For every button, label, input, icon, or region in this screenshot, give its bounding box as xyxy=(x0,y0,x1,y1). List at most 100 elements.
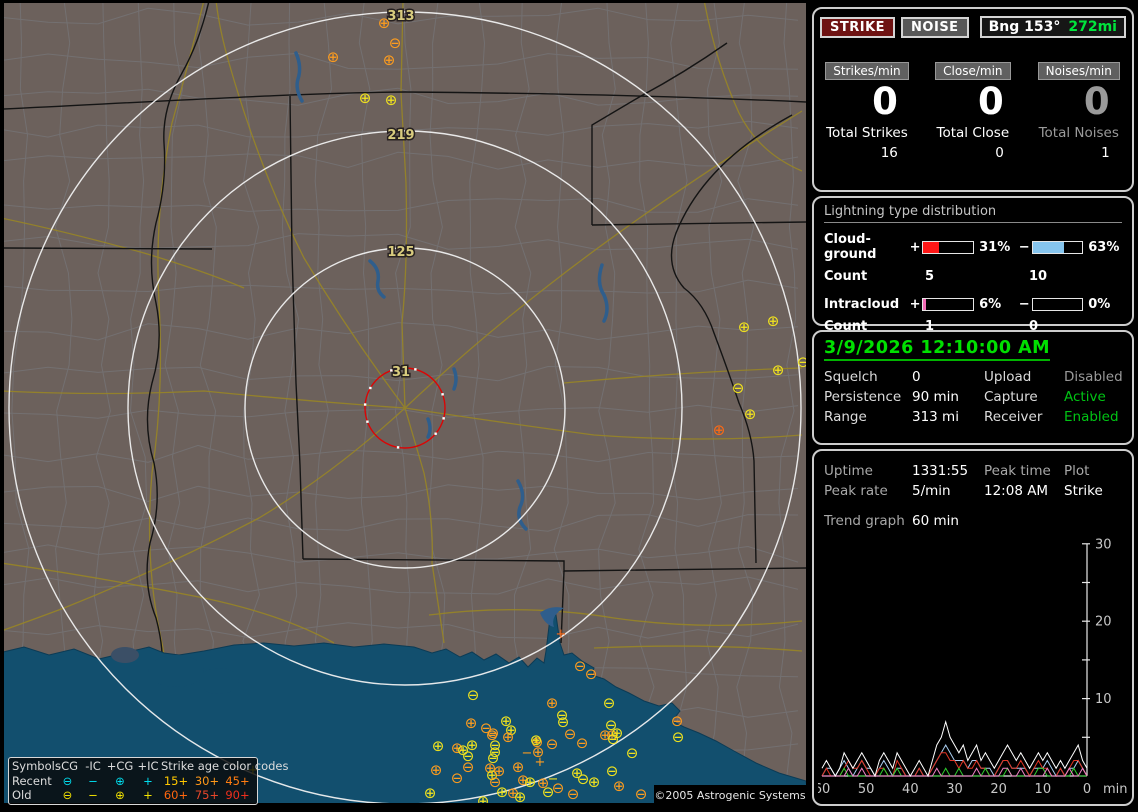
svg-text:⊖: ⊖ xyxy=(462,758,475,776)
range-label: Range xyxy=(824,409,867,425)
bearing-readout: Bng 153° 272mi xyxy=(979,16,1126,38)
peak-rate-value: 5/min xyxy=(912,483,951,499)
cg-positive-bar xyxy=(922,240,975,254)
svg-text:⊕: ⊕ xyxy=(713,421,726,439)
svg-text:20: 20 xyxy=(990,782,1007,797)
status-panel: 3/9/2026 12:10:00 AM Squelch 0 Upload Di… xyxy=(812,330,1134,445)
svg-text:⊖: ⊖ xyxy=(797,353,806,371)
current-datetime: 3/9/2026 12:10:00 AM xyxy=(824,338,1122,361)
svg-text:⊕: ⊕ xyxy=(744,405,757,423)
plus-sign: + xyxy=(909,239,921,255)
svg-text:60: 60 xyxy=(818,782,830,797)
age-75-label: 75+ xyxy=(194,788,220,803)
svg-text:min: min xyxy=(1103,782,1128,797)
svg-text:⊕: ⊕ xyxy=(424,784,437,802)
close-per-min-value: 0 xyxy=(978,80,1004,123)
cg-negative-count: 10 xyxy=(1029,269,1048,284)
noises-column: Noises/min 0 Total Noises 1 xyxy=(1026,62,1132,161)
strikes-per-min-value: 0 xyxy=(872,80,898,123)
upload-status: Disabled xyxy=(1064,369,1123,385)
map-symbol-legend: Symbols -CG -IC +CG +IC Strike age color… xyxy=(8,757,289,805)
age-15-label: 15+ xyxy=(163,773,189,788)
age-90-label: 90+ xyxy=(225,788,250,803)
svg-text:20: 20 xyxy=(1095,615,1112,630)
peak-rate-label: Peak rate xyxy=(824,483,888,499)
svg-text:313: 313 xyxy=(387,9,414,24)
cg-negative-bar xyxy=(1031,240,1084,254)
app-window: 313 219 125 31 ⊕ ⊖ ⊕ ⊕ ⊕ ⊕ ⊕ ⊕ ⊕ ⊖ ⊕ ⊕ ⊖ + ⊖ ⊖ ⊖ ⊕ ⊖ ⊖ ⊖ ⊕ ⊕ ⊖ ⊖ ⊕ ⊖ ⊖ ⊖… xyxy=(0,0,1138,812)
svg-text:30: 30 xyxy=(946,782,963,797)
plus-sign: + xyxy=(909,297,921,312)
map-view[interactable]: 313 219 125 31 ⊕ ⊖ ⊕ ⊕ ⊕ ⊕ ⊕ ⊕ ⊕ ⊖ ⊕ ⊕ ⊖ + ⊖ ⊖ ⊖ ⊕ ⊖ ⊖ ⊖ ⊕ ⊕ ⊖ ⊖ ⊕ ⊖ ⊖ ⊖… xyxy=(4,3,806,806)
svg-text:10: 10 xyxy=(1035,782,1052,797)
distribution-title: Lightning type distribution xyxy=(824,204,1122,223)
cg-positive-pct: 31% xyxy=(979,239,1011,255)
peak-time-label: Peak time xyxy=(984,463,1051,479)
svg-text:⊖: ⊖ xyxy=(672,728,685,746)
svg-text:10: 10 xyxy=(1095,692,1112,707)
noises-per-min-header: Noises/min xyxy=(1037,62,1120,80)
uptime-label: Uptime xyxy=(824,463,873,479)
intracloud-label: Intracloud xyxy=(824,297,900,312)
svg-text:⊖: ⊖ xyxy=(607,730,620,748)
pos-ic-recent-icon: + xyxy=(143,773,153,788)
neg-ic-recent-icon: − xyxy=(88,773,98,788)
legend-col-neg-cg: -CG xyxy=(56,759,79,773)
svg-text:⊕: ⊕ xyxy=(767,312,780,330)
map-canvas[interactable]: 31321912531⊕⊖⊕⊕⊕ ⊕⊕ ⊕⊕⊖⊕⊕⊖+⊖⊖⊖ ⊕ ⊖⊖⊖⊕ ⊕⊖⊖ ⊕ ⊖ ⊖⊖… xyxy=(4,3,806,806)
total-noises-value: 1 xyxy=(1101,145,1110,161)
ic-positive-bar xyxy=(922,298,975,311)
cg-negative-pct: 63% xyxy=(1088,239,1120,255)
plot-mode-value: Strike xyxy=(1064,483,1103,499)
svg-text:⊖: ⊖ xyxy=(635,785,648,803)
svg-text:⊖: ⊖ xyxy=(467,686,480,704)
svg-text:⊕: ⊕ xyxy=(502,728,515,746)
legend-col-pos-ic: +IC xyxy=(137,759,159,773)
strike-counters-panel: STRIKE NOISE Bng 153° 272mi Strikes/min 0… xyxy=(812,7,1134,192)
svg-text:⊕: ⊕ xyxy=(493,762,506,780)
neg-ic-old-icon: − xyxy=(88,788,98,803)
total-strikes-label: Total Strikes xyxy=(826,125,908,141)
persistence-label: Persistence xyxy=(824,389,902,405)
capture-label: Capture xyxy=(984,389,1038,405)
legend-recent-label: Recent xyxy=(12,773,52,788)
svg-text:⊖: ⊖ xyxy=(732,379,745,397)
legend-age-header: Strike age color codes xyxy=(161,759,289,773)
svg-text:⊕: ⊕ xyxy=(385,91,398,109)
svg-text:+: + xyxy=(535,755,546,770)
strike-mode-button[interactable]: STRIKE xyxy=(820,16,896,38)
trend-graph-window: 60 min xyxy=(912,513,959,529)
age-45-label: 45+ xyxy=(225,773,250,788)
cloud-ground-count-row: Count 5 10 xyxy=(824,269,1126,284)
bearing-value: Bng 153° xyxy=(988,19,1061,35)
noises-per-min-value: 0 xyxy=(1083,80,1110,123)
noise-mode-button[interactable]: NOISE xyxy=(901,16,969,38)
svg-text:⊖: ⊖ xyxy=(626,744,639,762)
neg-cg-old-icon: ⊖ xyxy=(62,788,73,803)
receiver-status: Enabled xyxy=(1064,409,1119,425)
pos-cg-recent-icon: ⊕ xyxy=(115,773,125,788)
svg-text:+: + xyxy=(556,627,567,642)
strikes-column: Strikes/min 0 Total Strikes 16 xyxy=(814,62,920,161)
squelch-label: Squelch xyxy=(824,369,878,385)
intracloud-row: Intracloud + 6% − 0% xyxy=(824,297,1126,312)
svg-text:125: 125 xyxy=(387,245,414,260)
svg-text:⊕: ⊕ xyxy=(430,761,443,779)
legend-col-neg-ic: -IC xyxy=(85,759,101,773)
svg-text:⊖: ⊖ xyxy=(564,725,577,743)
svg-text:⊖: ⊖ xyxy=(451,769,464,787)
pos-ic-old-icon: + xyxy=(143,788,153,803)
ic-negative-pct: 0% xyxy=(1088,297,1111,312)
legend-old-label: Old xyxy=(12,788,32,803)
distance-value: 272mi xyxy=(1068,19,1117,35)
capture-status: Active xyxy=(1064,389,1106,405)
persistence-value: 90 min xyxy=(912,389,959,405)
svg-text:⊕: ⊕ xyxy=(465,714,478,732)
plot-label: Plot xyxy=(1064,463,1090,479)
svg-text:⊖: ⊖ xyxy=(603,694,616,712)
cg-positive-count: 5 xyxy=(925,269,935,284)
strikes-per-min-header: Strikes/min xyxy=(825,62,909,80)
svg-text:⊕: ⊕ xyxy=(588,773,601,791)
svg-text:⊕: ⊕ xyxy=(772,361,785,379)
close-column: Close/min 0 Total Close 0 xyxy=(920,62,1026,161)
